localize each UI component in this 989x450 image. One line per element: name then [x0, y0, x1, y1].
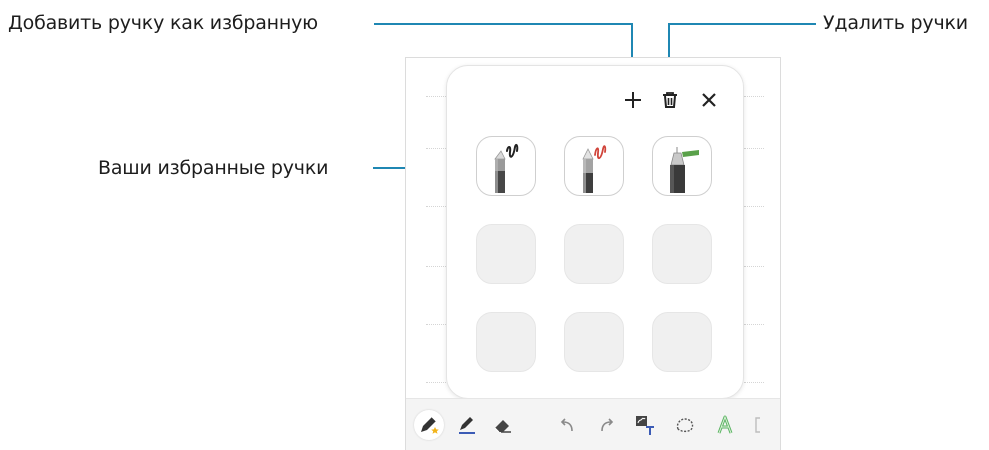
text-style-icon[interactable]	[712, 412, 738, 438]
note-rule	[744, 382, 764, 383]
empty-pen-slot[interactable]	[652, 312, 712, 372]
pen-favorite-icon[interactable]	[414, 410, 444, 440]
callout-favorite-pens: Ваши избранные ручки	[98, 157, 329, 179]
note-rule	[426, 266, 446, 267]
favorite-pen-red[interactable]	[564, 136, 624, 196]
favorite-pen-pencil[interactable]	[476, 136, 536, 196]
note-rule	[426, 96, 446, 97]
note-rule	[744, 206, 764, 207]
callout-line-del-h	[668, 23, 816, 25]
note-rule	[744, 324, 764, 325]
empty-pen-slot[interactable]	[652, 224, 712, 284]
empty-pen-slot[interactable]	[564, 224, 624, 284]
favorite-pens-panel	[446, 65, 744, 399]
empty-pen-slot[interactable]	[476, 224, 536, 284]
callout-line-add-h	[374, 23, 632, 25]
trash-icon[interactable]	[658, 88, 682, 112]
favorite-pen-fountain[interactable]	[652, 136, 712, 196]
more-icon[interactable]	[750, 412, 764, 438]
callout-add-favorite-pen: Добавить ручку как избранную	[8, 12, 318, 34]
empty-pen-slot[interactable]	[476, 312, 536, 372]
note-rule	[744, 148, 764, 149]
pen-icon[interactable]	[454, 412, 480, 438]
text-convert-icon[interactable]	[632, 412, 658, 438]
callout-delete-pens: Удалить ручки	[823, 12, 968, 34]
note-rule	[426, 148, 446, 149]
note-rule	[426, 382, 446, 383]
empty-pen-slot[interactable]	[564, 312, 624, 372]
notes-screen	[405, 57, 781, 450]
plus-icon[interactable]	[621, 88, 645, 112]
redo-icon[interactable]	[594, 412, 620, 438]
undo-icon[interactable]	[554, 412, 580, 438]
close-icon[interactable]	[697, 88, 721, 112]
eraser-icon[interactable]	[490, 412, 516, 438]
note-rule	[744, 96, 764, 97]
lasso-icon[interactable]	[672, 412, 698, 438]
note-rule	[426, 324, 446, 325]
drawing-toolbar	[406, 398, 780, 450]
note-rule	[744, 266, 764, 267]
note-rule	[426, 206, 446, 207]
